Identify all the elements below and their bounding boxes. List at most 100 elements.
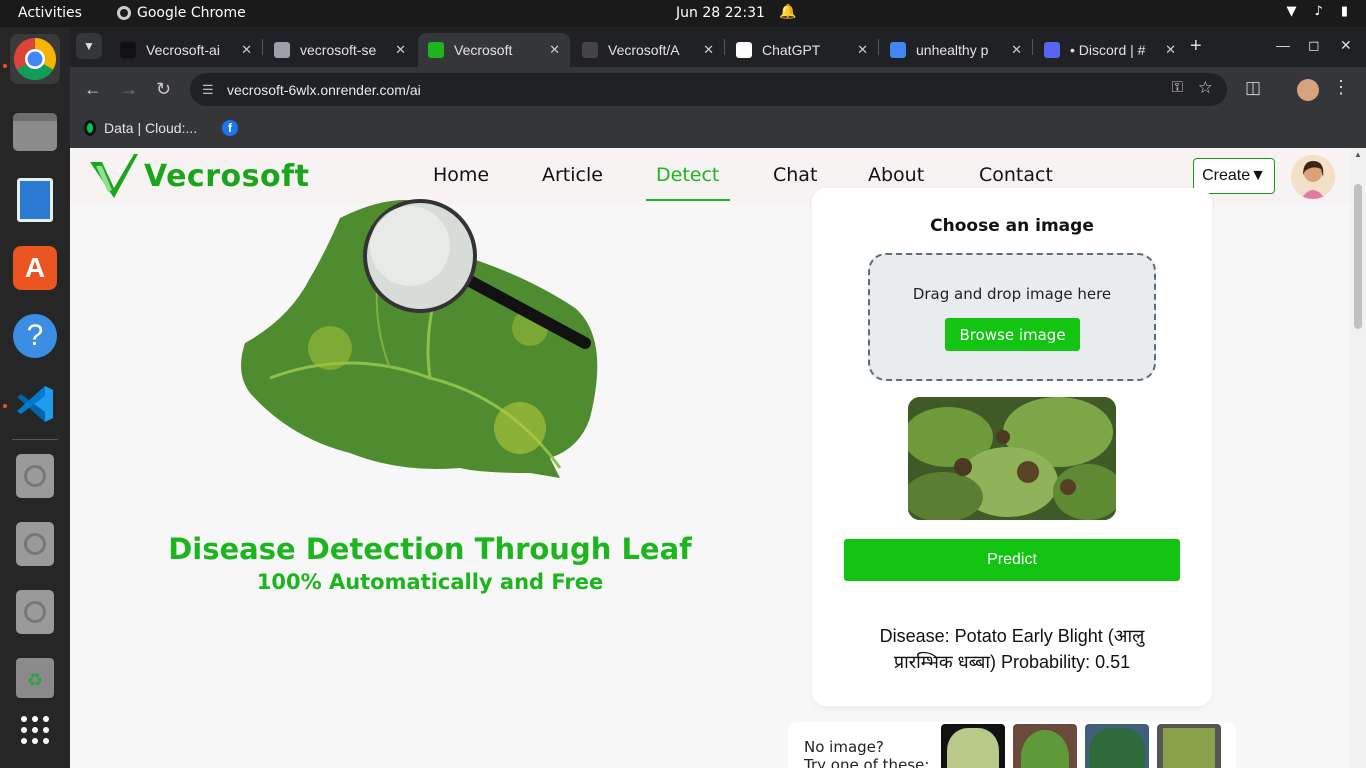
- tab-close-icon[interactable]: ✕: [857, 42, 868, 58]
- close-window-icon[interactable]: ✕: [1340, 37, 1352, 54]
- files-icon[interactable]: [10, 107, 60, 157]
- chrome-launcher-icon[interactable]: [10, 34, 60, 84]
- browser-tab[interactable]: ChatGPT ✕: [726, 33, 878, 67]
- predict-button[interactable]: Predict: [844, 539, 1180, 581]
- browser-tab[interactable]: unhealthy p ✕: [880, 33, 1032, 67]
- chrome-small-icon: [117, 6, 131, 20]
- vscode-icon[interactable]: [10, 379, 60, 429]
- nav-chat[interactable]: Chat: [773, 164, 817, 186]
- page-scrollbar[interactable]: ▲: [1350, 148, 1366, 768]
- browser-tab[interactable]: • Discord | # ✕: [1034, 33, 1186, 67]
- tab-close-icon[interactable]: ✕: [395, 42, 406, 58]
- disk-icon[interactable]: [10, 587, 60, 637]
- activities-button[interactable]: Activities: [18, 5, 82, 21]
- browse-image-button[interactable]: Browse image: [945, 318, 1080, 351]
- kebab-menu-icon[interactable]: ⋮: [1332, 77, 1350, 98]
- sample-image[interactable]: [1013, 724, 1077, 768]
- password-key-icon[interactable]: ⚿: [1172, 79, 1183, 96]
- tab-title: Vecrosoft: [454, 42, 513, 58]
- vecrosoft-logo-icon: [90, 154, 138, 198]
- clock[interactable]: Jun 28 22:31: [676, 5, 765, 21]
- tab-title: Vecrosoft/A: [608, 42, 680, 58]
- user-avatar[interactable]: [1291, 155, 1335, 199]
- sample-label: No image? Try one of these:: [804, 738, 929, 768]
- sample-image[interactable]: [1157, 724, 1221, 768]
- browser-tab[interactable]: vecrosoft-se ✕: [264, 33, 416, 67]
- reload-button[interactable]: ↻: [156, 79, 171, 100]
- dock: A ? ♻: [0, 27, 70, 768]
- writer-icon[interactable]: [10, 175, 60, 225]
- sample-image[interactable]: [941, 724, 1005, 768]
- tab-close-icon[interactable]: ✕: [1011, 42, 1022, 58]
- hero-title: Disease Detection Through Leaf: [168, 532, 692, 566]
- sample-image[interactable]: [1085, 724, 1149, 768]
- system-tray[interactable]: ▼ ♪ ▮: [1287, 4, 1348, 19]
- show-apps-icon[interactable]: [10, 705, 60, 755]
- tab-separator: [262, 39, 263, 55]
- system-top-bar: Activities Google Chrome Jun 28 22:31 🔔 …: [0, 0, 1366, 27]
- tab-close-icon[interactable]: ✕: [241, 42, 252, 58]
- mongodb-leaf-icon: [84, 120, 96, 136]
- scroll-up-arrow-icon[interactable]: ▲: [1354, 150, 1362, 159]
- running-indicator: [3, 64, 7, 68]
- create-dropdown-button[interactable]: Create▼: [1193, 158, 1275, 194]
- maximize-icon[interactable]: ◻: [1308, 37, 1320, 54]
- nav-detect[interactable]: Detect: [656, 164, 719, 186]
- chevron-down-icon: ▼: [83, 39, 95, 53]
- nav-about[interactable]: About: [868, 164, 924, 186]
- tab-favicon-icon: [582, 42, 598, 58]
- help-icon[interactable]: ?: [10, 311, 60, 361]
- new-tab-button[interactable]: +: [1190, 35, 1202, 58]
- minimize-icon[interactable]: —: [1276, 37, 1290, 53]
- tab-title: unhealthy p: [916, 42, 989, 58]
- dropzone-text: Drag and drop image here: [912, 285, 1112, 303]
- app-center-icon[interactable]: A: [10, 243, 60, 293]
- bookmarks-bar: Data | Cloud:... f: [70, 113, 1366, 148]
- site-logo[interactable]: Vecrosoft: [88, 152, 309, 200]
- disk-icon[interactable]: [10, 451, 60, 501]
- trash-icon[interactable]: ♻: [10, 653, 60, 703]
- site-info-icon[interactable]: ☰: [202, 82, 222, 98]
- tab-favicon-icon: [890, 42, 906, 58]
- browser-tab[interactable]: Vecrosoft/A ✕: [572, 33, 724, 67]
- sample-images-panel: No image? Try one of these:: [788, 722, 1236, 768]
- tab-favicon-icon: [274, 42, 290, 58]
- nav-contact[interactable]: Contact: [979, 164, 1053, 186]
- tab-close-icon[interactable]: ✕: [1165, 42, 1176, 58]
- bookmark-star-icon[interactable]: ☆: [1198, 78, 1213, 98]
- image-dropzone[interactable]: Drag and drop image here Browse image: [868, 253, 1156, 381]
- app-menu[interactable]: Google Chrome: [117, 5, 246, 21]
- sample-label-line1: No image?: [804, 738, 884, 756]
- back-button[interactable]: ←: [84, 79, 102, 100]
- browser-tab[interactable]: Vecrosoft ✕: [418, 33, 570, 67]
- facebook-icon[interactable]: f: [222, 120, 238, 136]
- nav-article[interactable]: Article: [542, 164, 603, 186]
- disk-icon[interactable]: [10, 519, 60, 569]
- tab-title: vecrosoft-se: [300, 42, 377, 58]
- tab-separator: [878, 39, 879, 55]
- url-text[interactable]: vecrosoft-6wlx.onrender.com/ai: [227, 82, 421, 98]
- browser-tab[interactable]: Vecrosoft-ai ✕: [110, 33, 262, 67]
- volume-icon: ♪: [1314, 4, 1323, 19]
- browser-toolbar: ← → ↻ ☰ vecrosoft-6wlx.onrender.com/ai ⚿…: [70, 67, 1366, 113]
- active-nav-indicator: [646, 199, 730, 201]
- tab-close-icon[interactable]: ✕: [703, 42, 714, 58]
- bookmark-data-cloud[interactable]: Data | Cloud:...: [84, 120, 197, 136]
- bell-icon: 🔔: [779, 4, 797, 20]
- tab-favicon-icon: [428, 42, 444, 58]
- nav-home[interactable]: Home: [433, 164, 489, 186]
- tab-search-button[interactable]: ▼: [76, 33, 102, 59]
- hero-subtitle: 100% Automatically and Free: [256, 570, 604, 594]
- tab-favicon-icon: [736, 42, 752, 58]
- address-bar[interactable]: ☰ vecrosoft-6wlx.onrender.com/ai ⚿ ☆: [190, 73, 1227, 106]
- extensions-icon[interactable]: ◫: [1245, 78, 1261, 98]
- tab-close-icon[interactable]: ✕: [549, 42, 560, 58]
- tab-strip: ▼ Vecrosoft-ai ✕ vecrosoft-se ✕ Vecrosoft ✕ Ve…: [70, 27, 1366, 67]
- running-indicator: [3, 404, 7, 408]
- forward-button[interactable]: →: [120, 79, 138, 100]
- scrollbar-thumb[interactable]: [1354, 184, 1362, 329]
- profile-avatar[interactable]: [1297, 79, 1319, 101]
- choose-image-heading: Choose an image: [930, 216, 1094, 236]
- wifi-icon: ▼: [1286, 4, 1297, 19]
- uploaded-leaf-preview: [908, 397, 1116, 520]
